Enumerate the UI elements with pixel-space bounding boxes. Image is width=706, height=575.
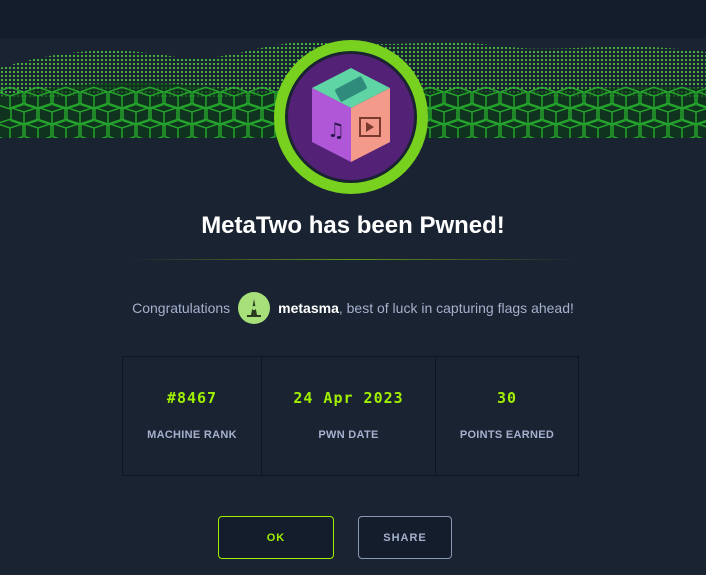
congrats-line: Congratulations metasma , best of luck i… (0, 292, 706, 324)
share-button[interactable]: SHARE (358, 516, 452, 559)
stat-pwn-date: 24 Apr 2023 PWN DATE (262, 357, 436, 475)
top-strip (0, 0, 706, 38)
stat-value: #8467 (166, 389, 218, 407)
congrats-suffix: , best of luck in capturing flags ahead! (338, 300, 574, 316)
pwned-modal: ♫ MetaTwo has been Pwned! Congratulation… (0, 0, 706, 575)
stat-machine-rank: #8467 MACHINE RANK (123, 357, 262, 475)
congrats-prefix: Congratulations (132, 300, 231, 316)
svg-text:♫: ♫ (327, 118, 345, 142)
stat-label: MACHINE RANK (147, 429, 237, 441)
stats-panel: #8467 MACHINE RANK 24 Apr 2023 PWN DATE … (122, 356, 579, 476)
user-avatar-icon (238, 292, 271, 324)
stat-value: 24 Apr 2023 (293, 389, 404, 407)
cube-music-video-icon: ♫ (312, 68, 390, 162)
page-title: MetaTwo has been Pwned! (201, 212, 505, 239)
username: metasma (278, 300, 339, 316)
stat-label: PWN DATE (318, 429, 379, 441)
stat-value: 30 (496, 389, 518, 407)
divider (128, 259, 578, 260)
stat-points-earned: 30 POINTS EARNED (436, 357, 578, 475)
machine-badge: ♫ (272, 38, 430, 196)
stat-label: POINTS EARNED (459, 429, 555, 441)
ok-button[interactable]: OK (218, 516, 334, 559)
